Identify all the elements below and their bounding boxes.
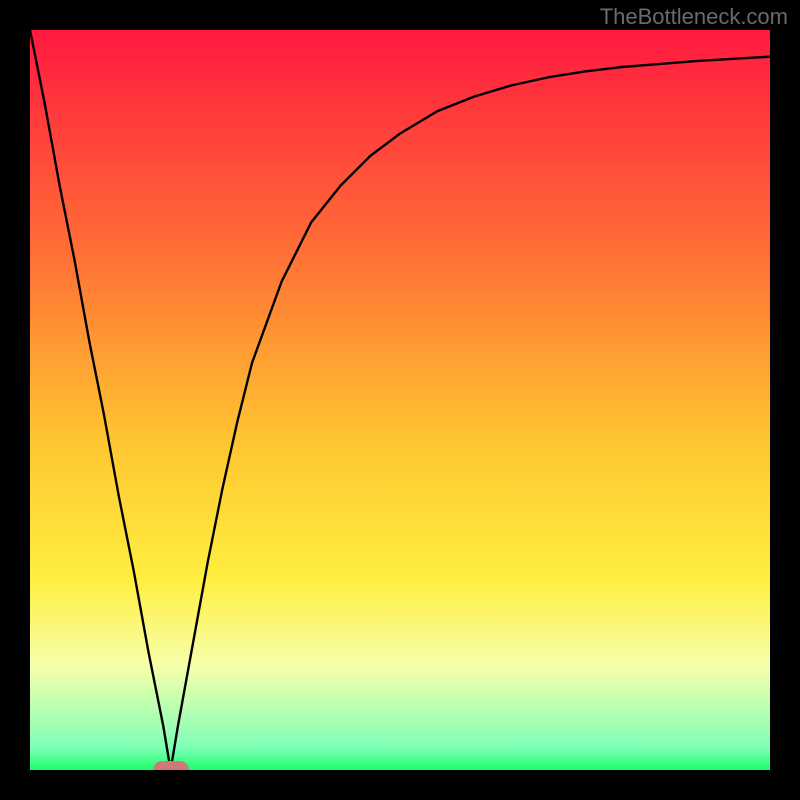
curve-overlay [30, 30, 770, 770]
optimal-marker [153, 761, 189, 770]
chart-container: TheBottleneck.com [0, 0, 800, 800]
plot-area [30, 30, 770, 770]
bottleneck-curve [30, 30, 770, 770]
watermark-text: TheBottleneck.com [600, 4, 788, 30]
